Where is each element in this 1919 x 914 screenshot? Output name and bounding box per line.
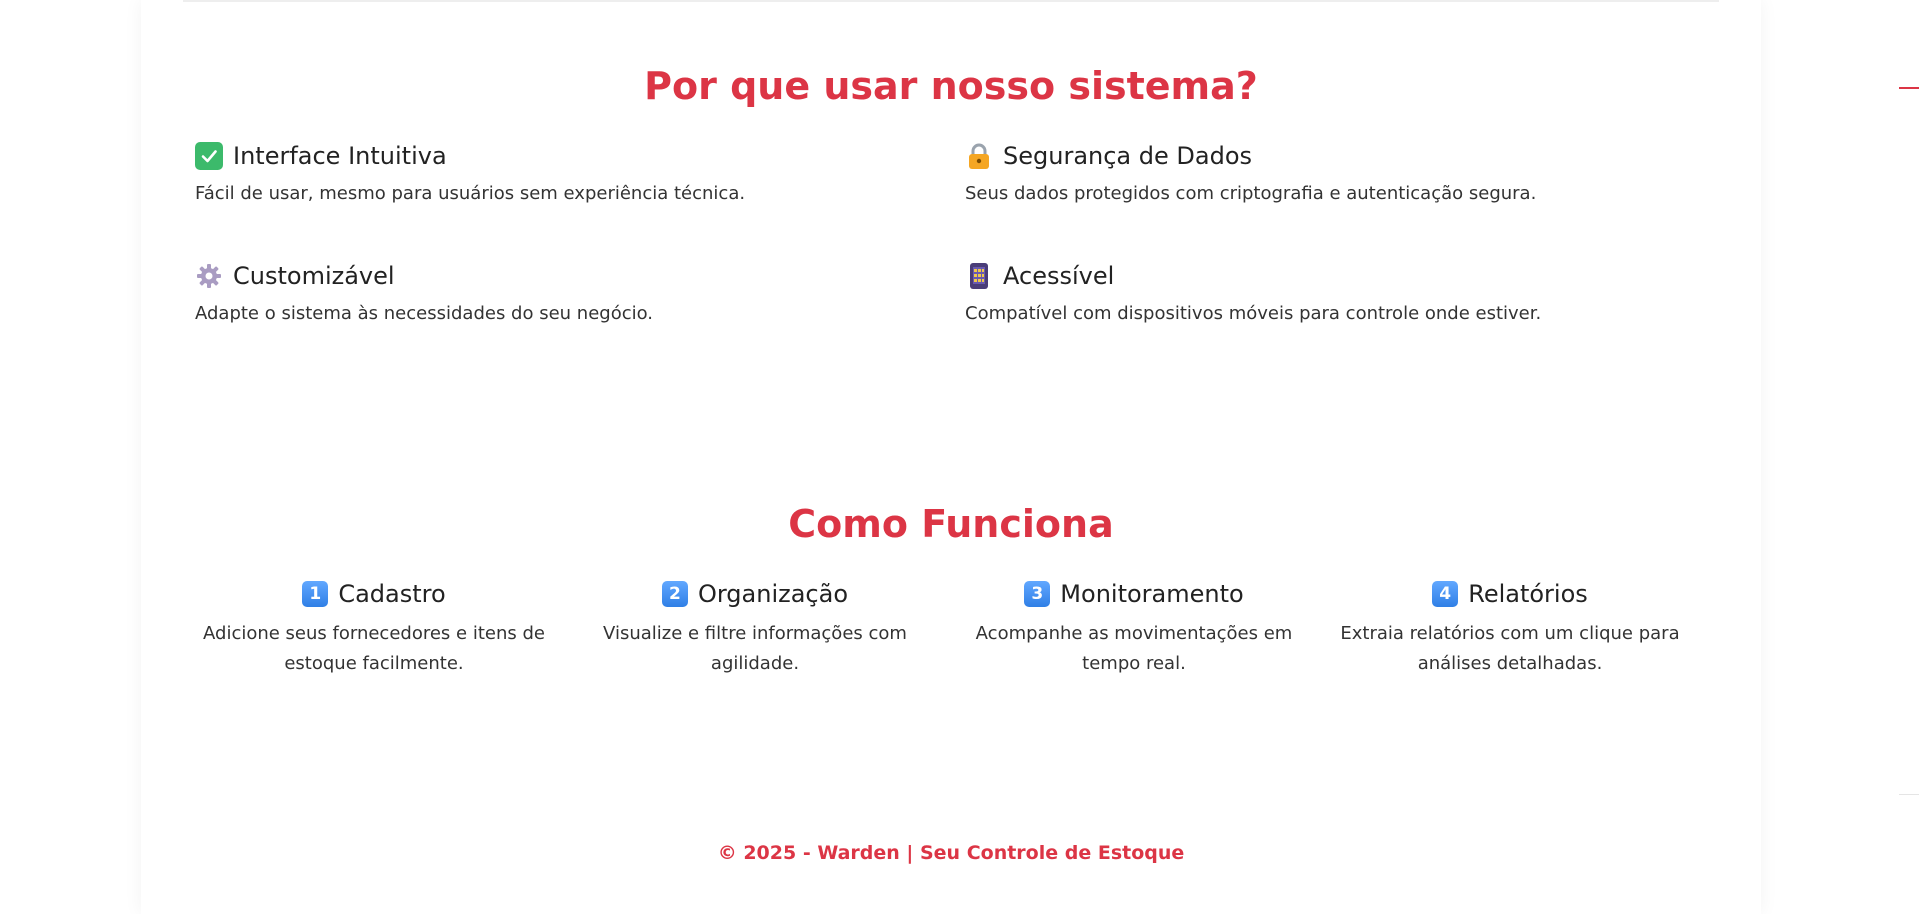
step-description: Visualize e filtre informações com agili… bbox=[603, 623, 907, 674]
how-section-title: Como Funciona bbox=[788, 502, 1114, 546]
footer-copyright: © 2025 - Warden | Seu Controle de Estoqu… bbox=[717, 842, 1185, 864]
gear-icon bbox=[195, 262, 223, 290]
divider bbox=[1899, 87, 1919, 89]
keycap-3-icon: 3 bbox=[1024, 581, 1051, 607]
feature-description: Fácil de usar, mesmo para usuários sem e… bbox=[195, 183, 746, 204]
feature-title: Segurança de Dados bbox=[1003, 142, 1252, 170]
padlock-icon bbox=[965, 142, 993, 170]
keycap-4-icon: 4 bbox=[1432, 581, 1459, 607]
feature-acessivel: Acessível Compatível com dispositivos mó… bbox=[965, 259, 1705, 324]
feature-title: Acessível bbox=[1003, 262, 1115, 290]
footer: © 2025 - Warden | Seu Controle de Estoqu… bbox=[141, 815, 1761, 885]
step-relatorios: 4 Relatórios Extraia relatórios com um c… bbox=[1330, 577, 1690, 679]
why-section-title: Por que usar nosso sistema? bbox=[644, 64, 1258, 108]
divider bbox=[183, 0, 1719, 2]
content-container: Por que usar nosso sistema? Interface In… bbox=[141, 0, 1761, 914]
step-title: Monitoramento bbox=[1060, 580, 1244, 608]
feature-title: Customizável bbox=[233, 262, 395, 290]
divider bbox=[1899, 794, 1919, 795]
feature-interface-intuitiva: Interface Intuitiva Fácil de usar, mesmo… bbox=[195, 139, 935, 204]
keycap-2-icon: 2 bbox=[661, 581, 688, 607]
step-monitoramento: 3 Monitoramento Acompanhe as movimentaçõ… bbox=[954, 577, 1314, 679]
check-mark-icon bbox=[195, 142, 223, 170]
step-description: Acompanhe as movimentações em tempo real… bbox=[975, 623, 1293, 674]
feature-description: Seus dados protegidos com criptografia e… bbox=[965, 183, 1537, 204]
keycap-1-icon: 1 bbox=[302, 581, 329, 607]
feature-customizavel: Customizável Adapte o sistema às necessi… bbox=[195, 259, 935, 324]
feature-description: Compatível com dispositivos móveis para … bbox=[965, 303, 1542, 324]
step-title: Cadastro bbox=[338, 580, 446, 608]
feature-description: Adapte o sistema às necessidades do seu … bbox=[195, 303, 654, 324]
step-cadastro: 1 Cadastro Adicione seus fornecedores e … bbox=[194, 577, 554, 679]
feature-seguranca-de-dados: Segurança de Dados Seus dados protegidos… bbox=[965, 139, 1705, 204]
mobile-phone-icon bbox=[965, 262, 993, 290]
step-organizacao: 2 Organização Visualize e filtre informa… bbox=[575, 577, 935, 679]
step-description: Adicione seus fornecedores e itens de es… bbox=[203, 623, 545, 674]
step-title: Organização bbox=[697, 580, 849, 608]
feature-title: Interface Intuitiva bbox=[233, 142, 447, 170]
step-title: Relatórios bbox=[1468, 580, 1588, 608]
step-description: Extraia relatórios com um clique para an… bbox=[1340, 623, 1680, 674]
